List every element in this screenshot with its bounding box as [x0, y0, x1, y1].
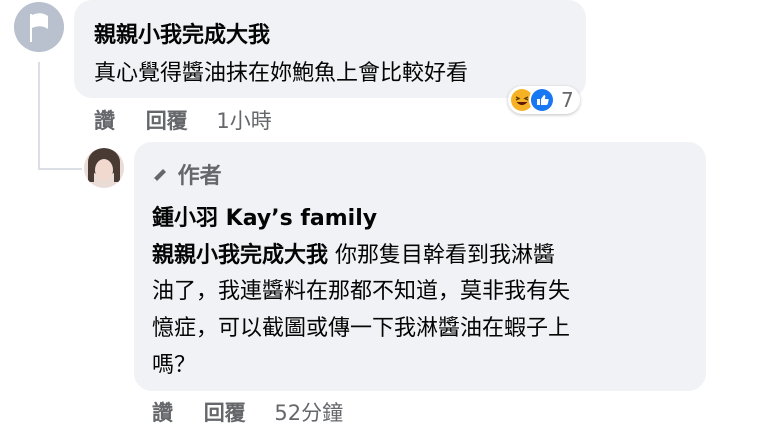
comment-text: 真心覺得醬油抹在妳鮑魚上會比較好看 [94, 61, 469, 86]
reply-text-line-3: 憶症，可以截圖或傳一下我淋醬油在蝦子上 [152, 316, 571, 341]
reply-text: 你那隻目幹看到我淋醬 [328, 243, 556, 268]
author-badge-label: 作者 [177, 164, 222, 189]
like-button[interactable]: 讚 [94, 109, 115, 133]
thread-line-vertical [38, 62, 40, 170]
avatar[interactable] [14, 2, 64, 52]
profile-photo-icon [84, 148, 124, 188]
timestamp[interactable]: 1小時 [216, 109, 271, 133]
reaction-count: 7 [561, 88, 574, 112]
reply-text-line-4: 嗎？ [152, 353, 197, 378]
reply-avatar[interactable] [84, 148, 124, 188]
reply-author[interactable]: 鍾小羽 Kay’s family [152, 200, 377, 232]
like-icon [529, 87, 555, 113]
reply-text-line-2: 油了，我連醬料在那都不知道，莫非我有失 [152, 279, 571, 304]
flag-avatar-icon [14, 2, 64, 52]
pencil-icon [153, 169, 166, 182]
reply-actions: 讚 回覆 52分鐘 [152, 397, 343, 427]
mention-link[interactable]: 親親小我完成大我 [152, 243, 328, 268]
reply-text-line-1: 親親小我完成大我 你那隻目幹看到我淋醬 [152, 237, 555, 269]
reply-button[interactable]: 回覆 [204, 401, 246, 425]
reply-button[interactable]: 回覆 [146, 109, 188, 133]
timestamp[interactable]: 52分鐘 [274, 401, 343, 425]
author-badge: 作者 [150, 158, 222, 190]
thread-line-branch [38, 168, 82, 170]
reactions-summary[interactable]: 7 [508, 86, 580, 114]
comment-actions: 讚 回覆 1小時 [94, 105, 272, 135]
like-button[interactable]: 讚 [152, 401, 173, 425]
comment-author[interactable]: 親親小我完成大我 [94, 17, 270, 49]
